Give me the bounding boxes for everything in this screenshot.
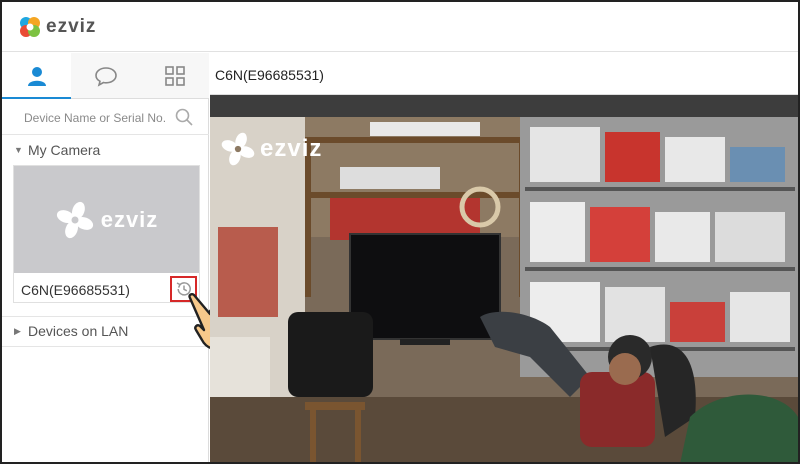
section-my-camera[interactable]: ▼ My Camera [2, 136, 209, 164]
device-title: C6N(E96685531) [215, 67, 324, 83]
search-box[interactable]: Device Name or Serial No. [2, 99, 209, 135]
tab-my-devices[interactable] [2, 53, 71, 99]
main-header: C6N(E96685531) [210, 53, 798, 95]
ezviz-fan-logo-icon [221, 132, 255, 166]
camera-thumbnail[interactable]: ezviz [14, 166, 199, 273]
tab-messages[interactable] [71, 53, 140, 99]
brand-name: ezviz [46, 16, 97, 37]
thumbnail-brand: ezviz [100, 206, 159, 232]
video-toolbar-strip [210, 95, 798, 117]
title-bar: ezviz [2, 2, 798, 52]
ezviz-fan-logo-icon [56, 201, 93, 238]
caret-right-icon: ▶ [14, 325, 21, 336]
section-devices-on-lan-label: Devices on LAN [28, 323, 129, 339]
camera-name: C6N(E96685531) [21, 282, 130, 298]
video-watermark: ezviz [220, 131, 322, 167]
main-panel: C6N(E96685531) ezviz [210, 53, 798, 462]
camera-scene [210, 117, 798, 462]
section-my-camera-label: My Camera [28, 142, 101, 158]
app-window: ezviz Device Name or Serial No. ▼ My Cam… [0, 0, 800, 464]
camera-card[interactable]: ezviz C6N(E96685531) [13, 165, 200, 303]
ezviz-logo-icon [20, 17, 40, 37]
search-icon[interactable] [174, 107, 194, 127]
message-icon [94, 67, 117, 87]
watermark-brand: ezviz [260, 135, 323, 162]
sidebar-tabs [2, 53, 209, 99]
grid-icon [164, 66, 185, 86]
ezviz-logo: ezviz [18, 14, 96, 40]
caret-down-icon: ▼ [14, 145, 23, 155]
sidebar: Device Name or Serial No. ▼ My Camera ez… [2, 53, 209, 462]
search-input[interactable]: Device Name or Serial No. [24, 111, 166, 125]
live-video-view[interactable]: ezviz [210, 117, 798, 462]
section-devices-on-lan[interactable]: ▶ Devices on LAN [2, 317, 209, 345]
user-icon [27, 67, 46, 86]
tab-more[interactable] [140, 53, 209, 99]
section-divider [2, 346, 209, 347]
